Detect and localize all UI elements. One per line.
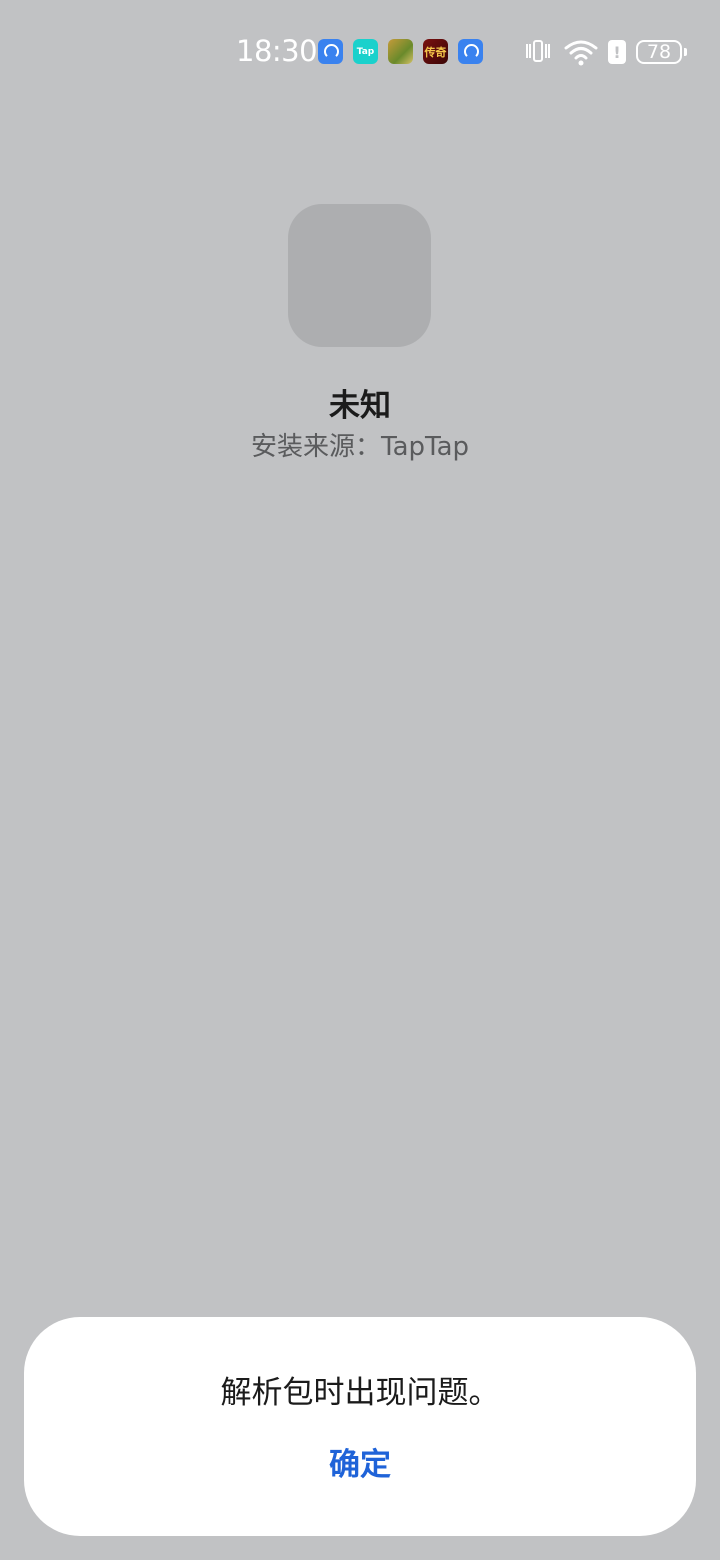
game-icon xyxy=(388,39,413,64)
vibrate-icon xyxy=(524,39,554,65)
battery-icon: 78 xyxy=(636,40,687,64)
wifi-icon xyxy=(564,40,598,66)
status-time: 18:30 xyxy=(236,34,318,68)
game-icon: 传奇 xyxy=(423,39,448,64)
alert-icon: ! xyxy=(608,40,626,64)
notification-icons: Tap 传奇 xyxy=(318,39,483,65)
confirm-button[interactable]: 确定 xyxy=(310,1441,410,1489)
support-icon xyxy=(458,39,483,64)
support-icon xyxy=(318,39,343,64)
dialog-message: 解析包时出现问题。 xyxy=(220,1375,500,1411)
system-icons: ! 78 xyxy=(524,38,687,66)
install-source: 安装来源：TapTap xyxy=(250,432,470,462)
status-bar: 18:30 Tap 传奇 ! 78 xyxy=(0,0,720,100)
app-name: 未知 xyxy=(329,388,391,424)
app-icon xyxy=(288,204,431,347)
taptap-icon: Tap xyxy=(353,39,378,64)
error-dialog: 解析包时出现问题。 确定 xyxy=(24,1317,696,1536)
